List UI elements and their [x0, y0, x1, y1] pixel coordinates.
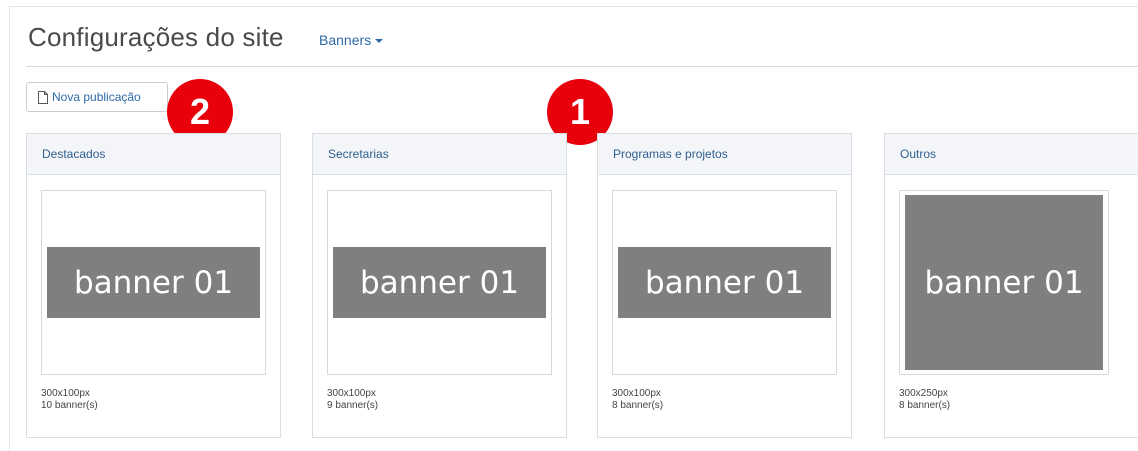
banner-count: 9 banner(s)	[327, 400, 379, 411]
card-meta: 300x100px 9 banner(s)	[327, 388, 378, 412]
banner-thumbnail[interactable]: banner 01	[41, 190, 266, 375]
new-publication-label: Nova publicação	[52, 90, 141, 104]
banner-thumbnail[interactable]: banner 01	[327, 190, 552, 375]
banner-size: 300x250px	[899, 388, 948, 399]
caret-down-icon	[375, 39, 384, 44]
banner-size: 300x100px	[612, 388, 661, 399]
banner-thumbnail[interactable]: banner 01	[899, 190, 1109, 375]
page-title: Configurações do site	[28, 22, 284, 52]
banner-thumbnail[interactable]: banner 01	[612, 190, 837, 375]
banner-image: banner 01	[333, 247, 546, 318]
banner-image: banner 01	[618, 247, 831, 318]
new-publication-button[interactable]: Nova publicação	[26, 82, 168, 112]
banner-size: 300x100px	[41, 388, 90, 399]
banner-card-destacados[interactable]: Destacados banner 01 300x100px 10 banner…	[26, 133, 281, 438]
card-title: Secretarias	[313, 134, 566, 175]
card-meta: 300x250px 8 banner(s)	[899, 388, 950, 412]
card-meta: 300x100px 8 banner(s)	[612, 388, 663, 412]
card-title: Outros	[885, 134, 1138, 175]
banner-image: banner 01	[905, 195, 1103, 370]
banners-dropdown-label: Banners	[319, 32, 372, 48]
banners-dropdown[interactable]: Banners	[319, 32, 384, 48]
banner-count: 8 banner(s)	[612, 400, 664, 411]
card-title: Programas e projetos	[598, 134, 851, 175]
banner-size: 300x100px	[327, 388, 376, 399]
card-meta: 300x100px 10 banner(s)	[41, 388, 98, 412]
title-divider	[26, 66, 1138, 67]
banner-count: 10 banner(s)	[41, 400, 98, 411]
banner-card-secretarias[interactable]: Secretarias banner 01 300x100px 9 banner…	[312, 133, 567, 438]
banner-image: banner 01	[47, 247, 260, 318]
card-title: Destacados	[27, 134, 280, 175]
banner-card-outros[interactable]: Outros banner 01 300x250px 8 banner(s)	[884, 133, 1138, 438]
banner-count: 8 banner(s)	[899, 400, 951, 411]
banner-card-programas-e-projetos[interactable]: Programas e projetos banner 01 300x100px…	[597, 133, 852, 438]
document-icon	[38, 90, 48, 104]
